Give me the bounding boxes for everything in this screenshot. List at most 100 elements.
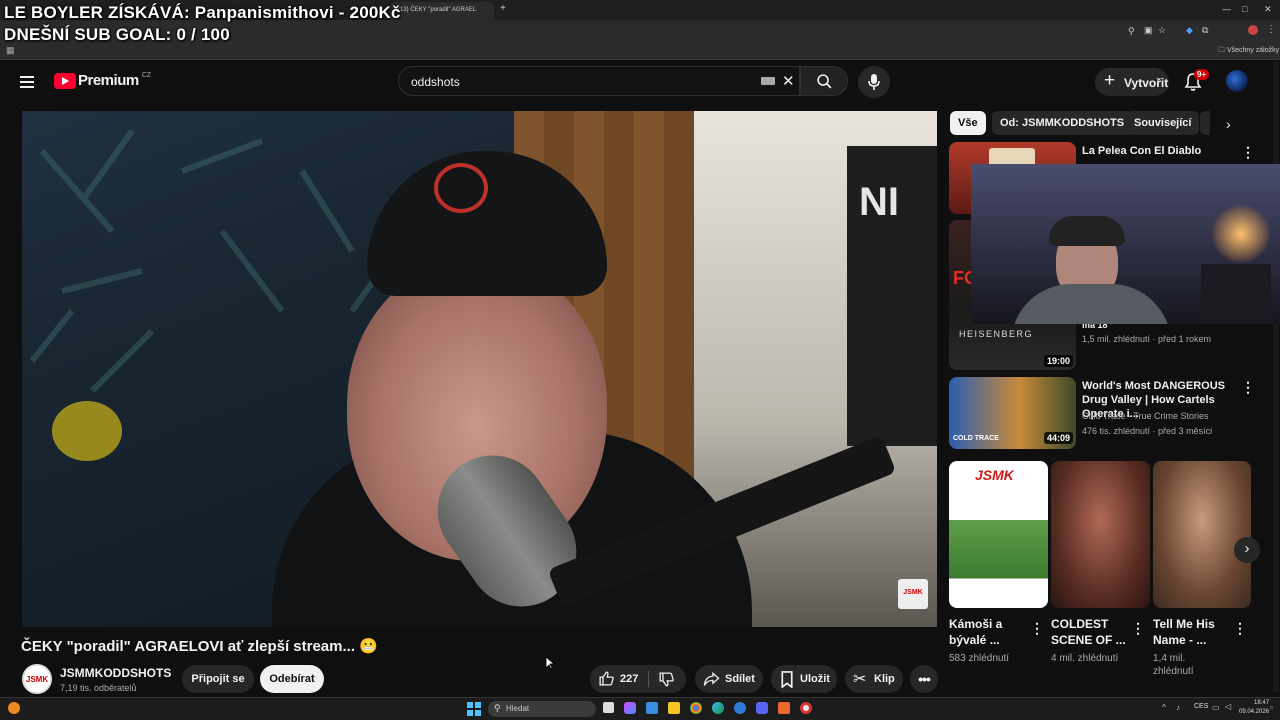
- webcam-lamp: [1211, 204, 1271, 264]
- file-explorer-icon[interactable]: [668, 702, 680, 714]
- obs-icon[interactable]: [800, 702, 812, 714]
- channel-watermark[interactable]: JSMK: [898, 579, 928, 609]
- tray-mic-icon[interactable]: ♪: [1176, 703, 1180, 712]
- tab-title: (13) ČEKY "poradil" AGRAEL: [398, 7, 477, 13]
- app-icon-blue[interactable]: [734, 702, 746, 714]
- chips-next-icon[interactable]: ›: [1226, 116, 1231, 132]
- share-icon: [703, 671, 720, 686]
- webcam-headset: [1049, 216, 1125, 246]
- short-title-1[interactable]: Kámoši a bývalé ...: [949, 616, 1025, 648]
- notification-center-icon[interactable]: ▫: [1270, 703, 1273, 712]
- video-player[interactable]: NI JSMK: [22, 111, 937, 627]
- video-title: ČEKY "poradil" AGRAELOVI ať zlepší strea…: [21, 638, 378, 655]
- search-input[interactable]: oddshots ✕: [398, 66, 800, 96]
- short-thumbnail-1[interactable]: JSMK: [949, 461, 1048, 608]
- chip-all[interactable]: Vše: [950, 111, 986, 135]
- account-avatar[interactable]: [1226, 70, 1248, 92]
- chip-all-label: Vše: [958, 117, 978, 129]
- apps-grid-icon[interactable]: ▦: [6, 45, 15, 56]
- short-more-icon-1[interactable]: ⋮: [1030, 620, 1044, 637]
- dislike-button[interactable]: [658, 671, 675, 691]
- new-tab-icon[interactable]: +: [500, 3, 506, 14]
- share-label: Sdílet: [725, 673, 755, 685]
- taskbar-search-input[interactable]: ⚲ Hledat: [488, 701, 596, 717]
- more-actions-button[interactable]: •••: [910, 665, 938, 693]
- minimize-icon[interactable]: —: [1222, 4, 1231, 14]
- language-indicator[interactable]: CES: [1194, 703, 1208, 710]
- thumbs-down-icon: [659, 672, 674, 687]
- rec-channel-3[interactable]: Cold Trace - True Crime Stories: [1082, 410, 1209, 423]
- subscribe-button[interactable]: Odebírat: [260, 665, 324, 693]
- plus-icon: +: [1104, 70, 1116, 91]
- extension-icon[interactable]: ◆: [1186, 25, 1193, 36]
- chip-partial[interactable]: [1200, 111, 1210, 135]
- rec-title-1[interactable]: La Pelea Con El Diablo: [1082, 144, 1242, 158]
- clock[interactable]: 18:47 09.04.2026: [1239, 699, 1269, 717]
- windows-start-icon[interactable]: [467, 702, 481, 716]
- install-icon[interactable]: ▣: [1144, 25, 1153, 36]
- clip-button[interactable]: ✂ Klip: [845, 665, 903, 693]
- rec-duration-2: 19:00: [1044, 355, 1074, 367]
- chrome-icon[interactable]: [690, 702, 702, 714]
- voice-search-button[interactable]: [858, 66, 890, 98]
- join-button[interactable]: Připojit se: [182, 665, 254, 693]
- short-title-3[interactable]: Tell Me His Name - ...: [1153, 616, 1229, 648]
- all-bookmarks[interactable]: 🗀 Všechny záložky: [1218, 46, 1279, 57]
- app-icon-orange[interactable]: [778, 702, 790, 714]
- zoom-icon[interactable]: ⚲: [1128, 26, 1135, 37]
- bookmark-star-icon[interactable]: ☆: [1158, 25, 1166, 36]
- search-button[interactable]: [800, 66, 848, 96]
- rec-more-icon-1[interactable]: ⋮: [1241, 144, 1255, 161]
- save-button[interactable]: Uložit: [771, 665, 837, 693]
- search-icon: [817, 74, 832, 89]
- copilot-icon[interactable]: [624, 702, 636, 714]
- profile-avatar[interactable]: [1248, 25, 1258, 35]
- webcam-body: [1011, 284, 1171, 324]
- short-more-icon-3[interactable]: ⋮: [1233, 620, 1247, 637]
- discord-icon[interactable]: [756, 702, 768, 714]
- windows-taskbar: ⚲ Hledat ^ ♪ CES ▭ ◁ 18:47 09.04.2026 ▫: [0, 697, 1280, 720]
- folder-icon: 🗀: [1218, 47, 1225, 54]
- short-thumbnail-2[interactable]: [1051, 461, 1150, 608]
- rec-thumb-text-2: HEISENBERG: [959, 329, 1034, 339]
- clear-search-icon[interactable]: ✕: [782, 72, 795, 90]
- rec-more-icon-3[interactable]: ⋮: [1241, 379, 1255, 396]
- page-scrollbar[interactable]: [1273, 62, 1279, 692]
- youtube-premium-logo[interactable]: Premium CZ: [54, 72, 151, 89]
- bookmark-icon: [781, 671, 793, 688]
- like-button[interactable]: [598, 670, 615, 690]
- channel-name[interactable]: JSMMKODDSHOTS: [60, 666, 171, 680]
- notification-badge: 9+: [1194, 69, 1210, 80]
- chip-related[interactable]: Související: [1126, 111, 1200, 135]
- volume-icon[interactable]: ◁: [1225, 702, 1231, 711]
- edge-icon[interactable]: [712, 702, 724, 714]
- menu-icon[interactable]: [20, 73, 34, 91]
- shorts-next-icon[interactable]: ›: [1234, 537, 1260, 563]
- extensions-puzzle-icon[interactable]: ⧉: [1202, 25, 1208, 36]
- create-button[interactable]: + Vytvořit: [1095, 68, 1169, 96]
- short-thumbnail-3[interactable]: [1153, 461, 1251, 608]
- stream-overlay: LE BOYLER ZÍSKÁVÁ: Panpanismithovi - 200…: [4, 2, 401, 46]
- browser-tab-active[interactable]: (13) ČEKY "poradil" AGRAEL: [390, 2, 494, 20]
- tray-chevron-icon[interactable]: ^: [1162, 703, 1166, 712]
- maximize-icon[interactable]: □: [1242, 4, 1247, 14]
- widgets-icon[interactable]: [646, 702, 658, 714]
- task-view-icon[interactable]: [603, 702, 614, 713]
- short-more-icon-2[interactable]: ⋮: [1131, 620, 1145, 637]
- streamer-webcam-overlay: [971, 164, 1280, 324]
- network-icon[interactable]: ▭: [1212, 703, 1220, 712]
- short-title-2[interactable]: COLDEST SCENE OF ...: [1051, 616, 1127, 648]
- channel-avatar[interactable]: JSMK: [22, 664, 52, 694]
- browser-menu-icon[interactable]: ⋮: [1266, 24, 1276, 35]
- youtube-play-logo-icon: [54, 72, 76, 89]
- logo-text: Premium: [78, 72, 139, 89]
- join-label: Připojit se: [191, 673, 245, 685]
- weather-icon[interactable]: [8, 702, 20, 714]
- close-window-icon[interactable]: ✕: [1264, 4, 1272, 15]
- like-count: 227: [620, 673, 639, 685]
- mouse-cursor-icon: [545, 656, 555, 670]
- notifications-button[interactable]: 9+: [1184, 69, 1210, 97]
- chip-from-channel[interactable]: Od: JSMMKODDSHOTS: [992, 111, 1133, 135]
- share-button[interactable]: Sdílet: [695, 665, 763, 693]
- keyboard-icon[interactable]: [761, 77, 775, 85]
